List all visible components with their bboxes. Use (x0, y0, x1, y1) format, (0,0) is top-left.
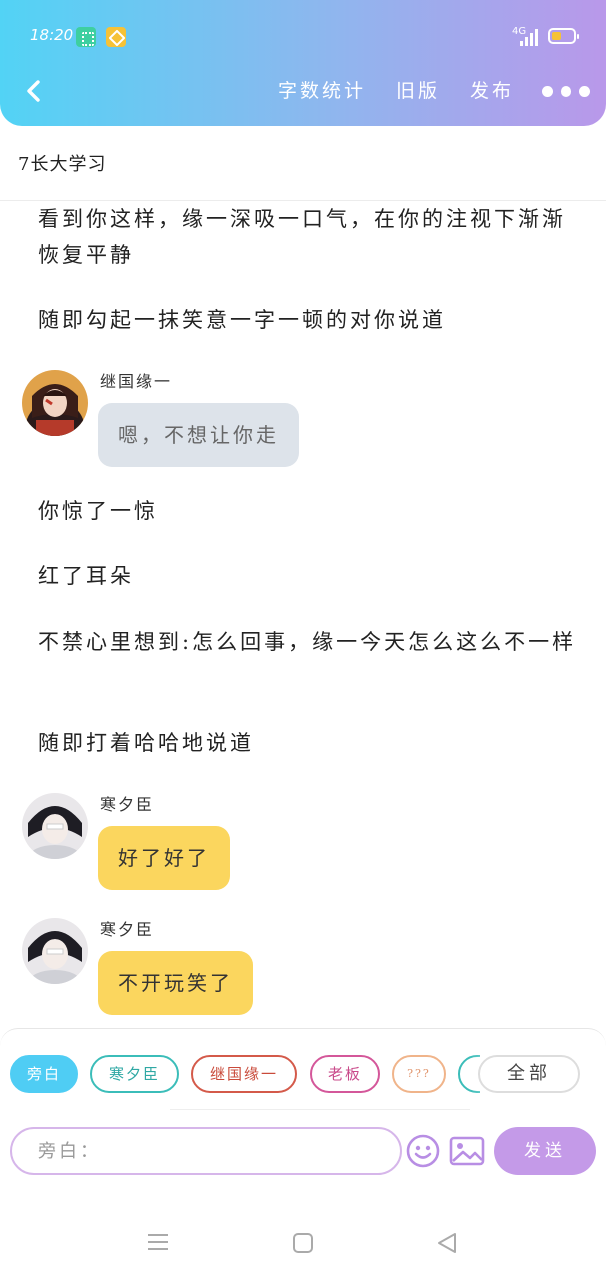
narration-text: 随即勾起一抹笑意一字一顿的对你说道 (38, 308, 446, 332)
document-title[interactable]: 7长大学习 (18, 150, 106, 176)
system-back-icon[interactable] (435, 1231, 459, 1255)
document-title-bar: 7长大学习 (0, 126, 606, 201)
app-notification-icon (76, 27, 96, 47)
more-icon[interactable] (542, 86, 591, 98)
narration-text: 不禁心里想到:怎么回事，缘一今天怎么这么不一样 (38, 630, 577, 654)
compose-panel: 旁白 寒夕臣 继国缘一 老板 ??? 全部 发送 (0, 1028, 606, 1176)
send-button[interactable]: 发送 (494, 1127, 596, 1175)
signal-icon (520, 28, 540, 46)
status-bar: 18:20 4G (0, 0, 606, 72)
system-nav-bar (0, 1176, 606, 1280)
status-time: 18:20 (30, 26, 74, 44)
speaker-name: 继国缘一 (100, 372, 173, 391)
back-arrow-icon[interactable] (24, 80, 46, 102)
role-chip-boss[interactable]: 老板 (310, 1055, 380, 1093)
old-version-link[interactable]: 旧版 (396, 76, 440, 103)
message-bubble: 好了好了 (98, 826, 230, 890)
publish-link[interactable]: 发布 (470, 76, 514, 103)
story-content[interactable]: 看到你这样，缘一深吸一口气，在你的注视下渐渐恢复平静 随即勾起一抹笑意一字一顿的… (0, 201, 606, 1029)
vip-notification-icon (106, 27, 126, 47)
role-chip-narrator[interactable]: 旁白 (10, 1055, 78, 1093)
message-bubble: 不开玩笑了 (98, 951, 253, 1015)
divider (170, 1109, 470, 1110)
image-icon[interactable] (448, 1133, 486, 1169)
menu-icon[interactable] (146, 1232, 170, 1252)
avatar[interactable] (22, 793, 88, 859)
nav-bar: 字数统计 旧版 发布 (0, 72, 606, 112)
word-count-link[interactable]: 字数统计 (278, 76, 366, 103)
message-input[interactable] (10, 1127, 402, 1175)
narration-text: 看到你这样，缘一深吸一口气，在你的注视下渐渐恢复平静 (38, 207, 566, 267)
avatar[interactable] (22, 370, 88, 436)
role-chip-list[interactable]: 旁白 寒夕臣 继国缘一 老板 ??? (10, 1055, 480, 1095)
role-chip-jiguoyuanyi[interactable]: 继国缘一 (191, 1055, 297, 1093)
all-roles-button[interactable]: 全部 (478, 1055, 580, 1093)
role-chip-partial[interactable] (458, 1055, 480, 1093)
emoji-icon[interactable] (405, 1133, 441, 1169)
role-chip-hanxichen[interactable]: 寒夕臣 (90, 1055, 179, 1093)
app-header: 18:20 4G 字数统计 旧版 发布 (0, 0, 606, 126)
narration-text: 随即打着哈哈地说道 (38, 731, 254, 755)
message-bubble: 嗯，不想让你走 (98, 403, 299, 467)
speaker-name: 寒夕臣 (100, 920, 155, 939)
speaker-name: 寒夕臣 (100, 795, 155, 814)
avatar[interactable] (22, 918, 88, 984)
battery-icon (548, 28, 579, 44)
home-icon[interactable] (292, 1232, 314, 1254)
narration-text: 红了耳朵 (38, 564, 134, 588)
narration-text: 你惊了一惊 (38, 499, 158, 523)
role-chip-unknown[interactable]: ??? (392, 1055, 446, 1093)
